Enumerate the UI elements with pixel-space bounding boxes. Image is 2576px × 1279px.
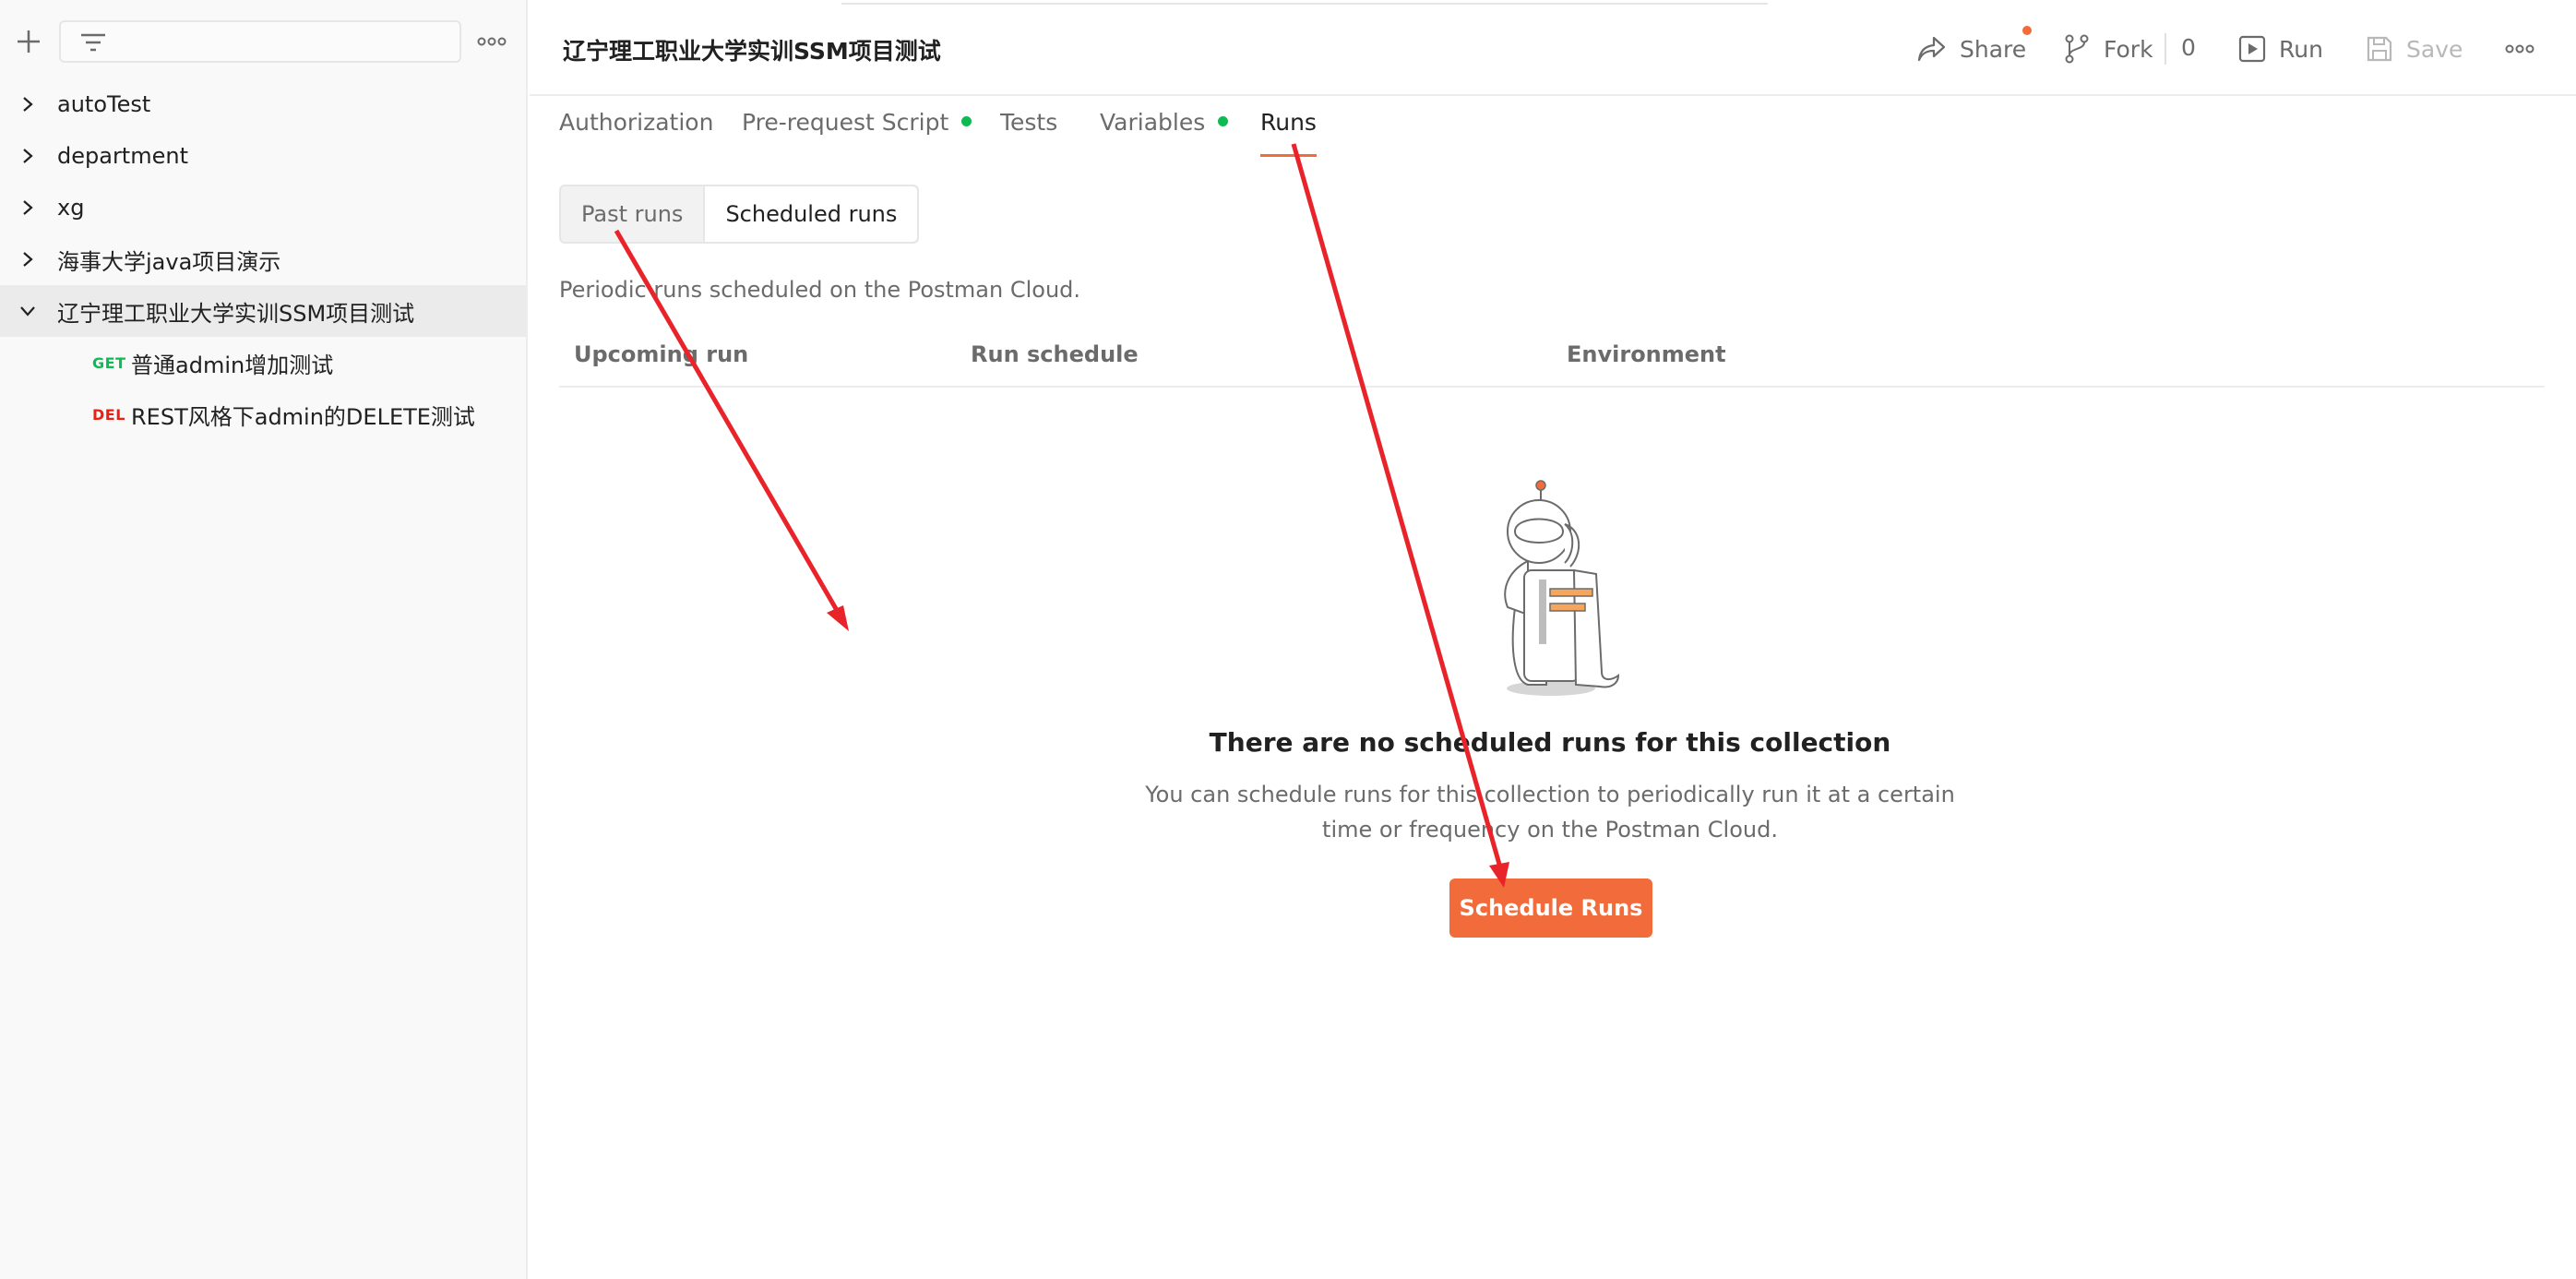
astronaut-illustration bbox=[1504, 480, 1620, 696]
page-title: 辽宁理工职业大学实训SSM项目测试 bbox=[563, 38, 941, 65]
request-item[interactable]: DEL REST风格下admin的DELETE测试 bbox=[0, 388, 526, 440]
save-label: Save bbox=[2406, 35, 2463, 63]
more-horizontal-icon bbox=[2505, 44, 2534, 54]
collection-label: xg bbox=[57, 195, 85, 221]
column-environment: Environment bbox=[1567, 341, 1726, 367]
save-icon bbox=[2367, 36, 2392, 62]
chevron-right-icon bbox=[23, 149, 33, 163]
runs-description: Periodic runs scheduled on the Postman C… bbox=[559, 277, 1081, 303]
tab-variables[interactable]: Variables bbox=[1100, 109, 1229, 157]
fork-icon bbox=[2065, 34, 2089, 64]
run-label: Run bbox=[2279, 35, 2323, 63]
runs-segmented-control: Past runs Scheduled runs bbox=[559, 185, 920, 244]
method-badge: DEL bbox=[92, 405, 125, 424]
method-badge: GET bbox=[92, 353, 126, 372]
tab-label: Authorization bbox=[559, 109, 714, 136]
collection-label: department bbox=[57, 143, 188, 169]
collection-item-department[interactable]: department bbox=[0, 130, 526, 182]
chevron-right-icon bbox=[23, 200, 33, 215]
fork-button[interactable]: Fork bbox=[2063, 26, 2153, 72]
sidebar-toolbar bbox=[0, 0, 528, 83]
tab-label: Variables bbox=[1100, 109, 1206, 136]
tab-pre-request-script[interactable]: Pre-request Script bbox=[742, 109, 972, 157]
filter-input[interactable] bbox=[59, 20, 461, 63]
status-dot bbox=[961, 115, 972, 126]
tab-runs[interactable]: Runs bbox=[1260, 109, 1317, 157]
collection-item-haishi[interactable]: 海事大学java项目演示 bbox=[0, 233, 526, 285]
scheduled-runs-button[interactable]: Scheduled runs bbox=[703, 186, 918, 242]
share-button[interactable]: Share bbox=[1917, 26, 2026, 72]
collection-label: 辽宁理工职业大学实训SSM项目测试 bbox=[57, 300, 415, 327]
sidebar-more-button[interactable] bbox=[476, 30, 507, 54]
collection-label: autoTest bbox=[57, 91, 151, 117]
collection-label: 海事大学java项目演示 bbox=[57, 248, 281, 275]
collection-header: 辽宁理工职业大学实训SSM项目测试 Share Fork 0 Run Save bbox=[530, 0, 2576, 96]
chevron-right-icon bbox=[23, 252, 33, 267]
request-item[interactable]: GET 普通admin增加测试 bbox=[0, 337, 526, 388]
new-collection-button[interactable] bbox=[13, 26, 44, 57]
tab-tests[interactable]: Tests bbox=[1000, 109, 1057, 157]
share-label: Share bbox=[1960, 35, 2027, 63]
arrowhead-icon bbox=[827, 605, 849, 631]
collection-item-xg[interactable]: xg bbox=[0, 182, 526, 233]
collection-tree: autoTest department xg 海事大学java项目演示 辽宁理工… bbox=[0, 78, 526, 440]
sidebar: autoTest department xg 海事大学java项目演示 辽宁理工… bbox=[0, 0, 528, 1279]
run-icon bbox=[2238, 35, 2266, 63]
fork-count: 0 bbox=[2165, 33, 2196, 65]
collection-tabs: Authorization Pre-request Script Tests V… bbox=[530, 96, 2576, 157]
past-runs-button[interactable]: Past runs bbox=[561, 186, 703, 242]
chevron-down-icon bbox=[20, 306, 35, 317]
run-button[interactable]: Run bbox=[2238, 26, 2323, 72]
empty-state-text: You can schedule runs for this collectio… bbox=[1145, 782, 1955, 843]
column-upcoming-run: Upcoming run bbox=[574, 341, 749, 367]
more-horizontal-icon bbox=[477, 37, 507, 46]
fork-label: Fork bbox=[2104, 35, 2153, 63]
tab-label: Runs bbox=[1260, 109, 1317, 136]
request-label: REST风格下admin的DELETE测试 bbox=[131, 403, 475, 430]
notification-dot bbox=[2022, 26, 2032, 35]
plus-icon bbox=[18, 30, 40, 53]
save-button[interactable]: Save bbox=[2366, 26, 2463, 72]
filter-icon bbox=[81, 33, 105, 52]
column-run-schedule: Run schedule bbox=[971, 341, 1139, 367]
request-label: 普通admin增加测试 bbox=[131, 352, 334, 378]
scheduled-runs-table-header: Upcoming run Run schedule Environment bbox=[559, 332, 2545, 388]
tab-label: Pre-request Script bbox=[742, 109, 949, 136]
empty-state-title: There are no scheduled runs for this col… bbox=[1209, 727, 1891, 758]
schedule-runs-button[interactable]: Schedule Runs bbox=[1449, 879, 1652, 938]
collection-item-autotest[interactable]: autoTest bbox=[0, 78, 526, 130]
tab-strip-edge bbox=[841, 0, 1768, 5]
share-icon bbox=[1917, 36, 1946, 62]
status-dot bbox=[1218, 115, 1229, 126]
chevron-right-icon bbox=[23, 97, 33, 112]
tab-authorization[interactable]: Authorization bbox=[559, 109, 713, 157]
tab-label: Tests bbox=[1000, 109, 1058, 136]
collection-item-liaoning[interactable]: 辽宁理工职业大学实训SSM项目测试 bbox=[0, 285, 526, 337]
header-more-button[interactable] bbox=[2504, 26, 2548, 72]
